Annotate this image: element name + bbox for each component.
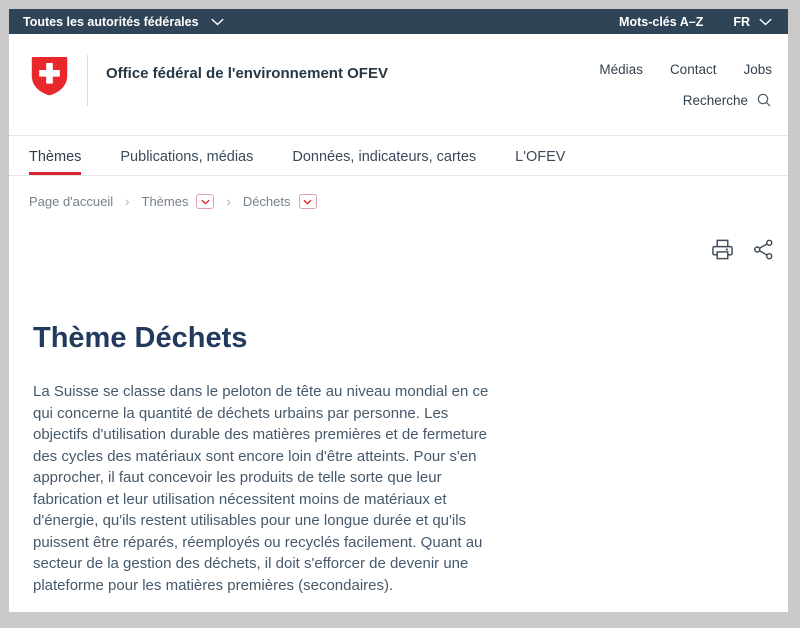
header-link-medias[interactable]: Médias — [599, 62, 643, 77]
breadcrumb-dechets[interactable]: Déchets — [243, 194, 291, 209]
language-label: FR — [733, 15, 750, 29]
org-title: Office fédéral de l'environnement OFEV — [106, 55, 388, 82]
header-link-contact[interactable]: Contact — [670, 62, 717, 77]
keywords-az-link[interactable]: Mots-clés A–Z — [619, 15, 703, 29]
breadcrumb-themes-dropdown-button[interactable] — [196, 194, 214, 209]
all-federal-authorities-menu[interactable]: Toutes les autorités fédérales — [23, 15, 224, 29]
print-button[interactable] — [711, 238, 734, 261]
chevron-down-icon — [303, 199, 312, 205]
breadcrumb: Page d'accueil › Thèmes › Déchets — [9, 176, 788, 209]
swiss-confederation-logo-icon[interactable] — [30, 55, 69, 98]
search-label: Recherche — [683, 93, 748, 108]
nav-item-lofev[interactable]: L'OFEV — [515, 149, 565, 175]
page-title: Thème Déchets — [33, 322, 768, 355]
breadcrumb-home[interactable]: Page d'accueil — [29, 194, 113, 209]
share-button[interactable] — [752, 238, 775, 261]
nav-item-donnees[interactable]: Données, indicateurs, cartes — [292, 149, 476, 175]
nav-item-themes[interactable]: Thèmes — [29, 149, 81, 175]
share-icon — [752, 238, 775, 261]
site-header: Office fédéral de l'environnement OFEV M… — [9, 34, 788, 135]
breadcrumb-themes[interactable]: Thèmes — [142, 194, 189, 209]
header-links: Médias Contact Jobs — [599, 62, 772, 77]
chevron-down-icon — [201, 199, 210, 205]
chevron-down-icon — [759, 18, 772, 26]
nav-item-publications[interactable]: Publications, médias — [120, 149, 253, 175]
breadcrumb-separator: › — [226, 194, 230, 209]
breadcrumb-separator: › — [125, 194, 129, 209]
page: Toutes les autorités fédérales Mots-clés… — [9, 9, 788, 612]
search-trigger[interactable]: Recherche — [599, 92, 772, 108]
language-selector[interactable]: FR — [733, 15, 772, 29]
main-nav: Thèmes Publications, médias Données, ind… — [9, 135, 788, 176]
breadcrumb-dechets-dropdown-button[interactable] — [299, 194, 317, 209]
chevron-down-icon — [211, 18, 224, 26]
search-icon — [756, 92, 772, 108]
printer-icon — [711, 238, 734, 261]
header-link-jobs[interactable]: Jobs — [743, 62, 772, 77]
page-actions — [9, 209, 788, 261]
federal-topbar: Toutes les autorités fédérales Mots-clés… — [9, 9, 788, 34]
header-divider — [87, 55, 88, 106]
intro-paragraph: La Suisse se classe dans le peloton de t… — [33, 381, 489, 596]
article: Thème Déchets La Suisse se classe dans l… — [9, 322, 788, 596]
all-federal-authorities-label: Toutes les autorités fédérales — [23, 15, 199, 29]
